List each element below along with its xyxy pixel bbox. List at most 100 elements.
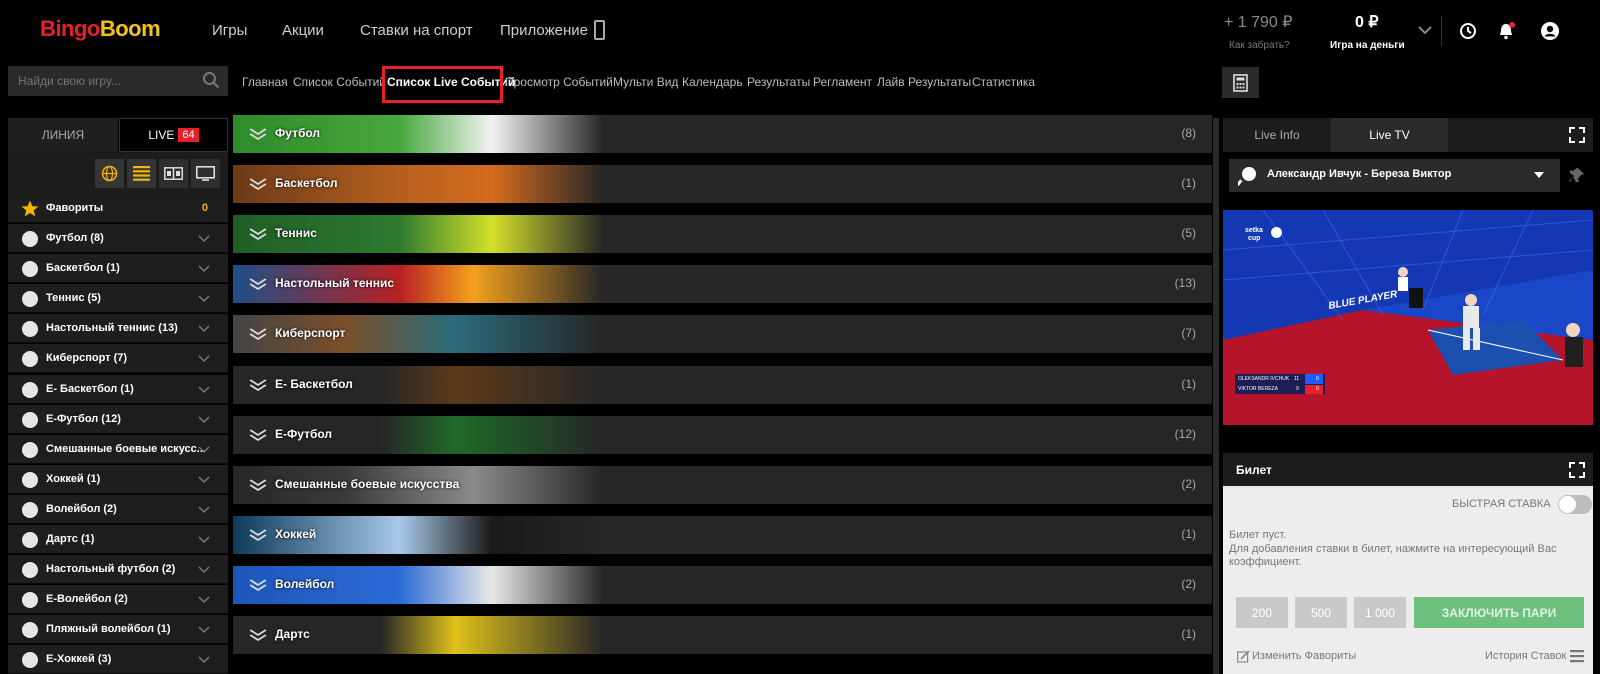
match-select[interactable]: Александр Ивчук - Береза Виктор xyxy=(1229,159,1560,192)
center-scrollbar[interactable] xyxy=(1213,118,1219,674)
video-player2-name: VIKTOR BEREZA xyxy=(1238,386,1278,392)
place-bet-button[interactable]: ЗАКЛЮЧИТЬ ПАРИ xyxy=(1414,597,1584,628)
sidebar-item-favorites[interactable]: Фавориты 0 xyxy=(8,194,228,223)
active-tab-highlight xyxy=(382,66,503,103)
chevron-down-icon xyxy=(198,355,210,363)
subnav-events[interactable]: Список Событий xyxy=(293,75,386,89)
video-player1-points: 0 xyxy=(1316,376,1319,382)
sidebar-item-sport[interactable]: E-Футбол (12) xyxy=(8,404,228,434)
subnav-live-results[interactable]: Лайв Результаты xyxy=(877,75,971,89)
sidebar-item-sport[interactable]: Дартс (1) xyxy=(8,525,228,554)
user-icon[interactable] xyxy=(1540,21,1560,41)
chevron-down-icon xyxy=(198,385,210,393)
sidebar-item-sport[interactable]: E- Баскетбол (1) xyxy=(8,374,228,404)
star-icon xyxy=(21,200,39,217)
list-icon xyxy=(133,166,150,181)
sidebar-item-label: Баскетбол (1) xyxy=(46,262,120,275)
subnav-view-events[interactable]: Просмотр Событий xyxy=(505,75,613,89)
tab-live-tv[interactable]: Live TV xyxy=(1331,118,1448,152)
sidebar-item-sport[interactable]: Футбол (8) xyxy=(8,224,228,253)
filter-all-button[interactable] xyxy=(95,159,124,188)
chevron-down-icon xyxy=(198,596,210,604)
category-row-hockey[interactable]: Хоккей (1) xyxy=(233,515,1212,554)
category-label: Киберспорт xyxy=(275,326,346,341)
history-icon[interactable] xyxy=(1458,21,1478,41)
filter-list-button[interactable] xyxy=(127,159,156,188)
tab-live-tv-label: Live TV xyxy=(1369,128,1410,142)
category-row-football[interactable]: Футбол (8) xyxy=(233,115,1212,153)
sidebar-item-sport[interactable]: E-Волейбол (2) xyxy=(8,585,228,615)
sidebar-item-sport[interactable]: Настольный теннис (13) xyxy=(8,314,228,344)
category-count: (2) xyxy=(1181,476,1196,491)
subnav-results[interactable]: Результаты xyxy=(747,75,810,89)
chevron-down-icon[interactable] xyxy=(1417,24,1433,36)
table-tennis-icon xyxy=(22,321,38,338)
category-row-table-tennis[interactable]: Настольный теннис (13) xyxy=(233,265,1212,304)
tab-live-info[interactable]: Live Info xyxy=(1223,118,1331,152)
edit-favorites-link[interactable]: Изменить Фавориты xyxy=(1252,650,1356,662)
nav-promotions[interactable]: Акции xyxy=(282,22,324,39)
logo[interactable]: BingoBoom xyxy=(40,16,161,42)
sidebar-item-sport[interactable]: Хоккей (1) xyxy=(8,464,228,494)
chevron-down-icon xyxy=(198,656,210,664)
bet-history-link[interactable]: История Ставок xyxy=(1485,650,1566,662)
expand-icon[interactable] xyxy=(1569,127,1585,143)
subnav-home[interactable]: Главная xyxy=(242,75,288,89)
subnav-calendar[interactable]: Календарь xyxy=(682,75,743,89)
live-video[interactable]: setka cup BLUE PLAYER OLEKSANDR IVCHUK 1… xyxy=(1223,210,1593,425)
betslip-expand-icon[interactable] xyxy=(1569,462,1585,478)
video-brand-line1: setka xyxy=(1245,227,1263,234)
sidebar-item-sport[interactable]: Волейбол (2) xyxy=(8,494,228,524)
money-mode-label[interactable]: Игра на деньги xyxy=(1330,40,1405,51)
tab-live[interactable]: LIVE 64 xyxy=(119,118,228,152)
sidebar-item-sport[interactable]: E-Хоккей (3) xyxy=(8,645,228,674)
category-count: (1) xyxy=(1181,376,1196,391)
sidebar-item-label: E-Волейбол (2) xyxy=(46,593,128,606)
favorites-label: Фавориты xyxy=(46,202,104,214)
quick-bet-label: БЫСТРАЯ СТАВКА xyxy=(1452,498,1551,510)
bell-icon[interactable] xyxy=(1496,21,1516,41)
category-label: Смешанные боевые искусства xyxy=(275,476,460,491)
stake-1000-button[interactable]: 1 000 xyxy=(1354,597,1406,628)
sidebar-item-label: Пляжный волейбол (1) xyxy=(46,623,171,636)
search-input[interactable] xyxy=(8,66,198,96)
stake-200-button[interactable]: 200 xyxy=(1236,597,1288,628)
category-row-mma[interactable]: Смешанные боевые искусства (2) xyxy=(233,465,1212,504)
quick-bet-toggle[interactable] xyxy=(1558,495,1592,514)
sidebar-item-sport[interactable]: Настольный футбол (2) xyxy=(8,555,228,585)
bonus-balance: + 1 790 ₽ xyxy=(1224,14,1293,31)
calculator-button[interactable] xyxy=(1222,67,1259,98)
category-row-tennis[interactable]: Теннис (5) xyxy=(233,215,1212,254)
menu-icon[interactable] xyxy=(1570,649,1584,663)
category-count: (2) xyxy=(1181,576,1196,591)
category-row-e-basketball[interactable]: E- Баскетбол (1) xyxy=(233,365,1212,404)
filter-tv-button[interactable] xyxy=(191,159,220,188)
nav-sports-betting[interactable]: Ставки на спорт xyxy=(360,22,473,39)
stake-500-button[interactable]: 500 xyxy=(1295,597,1347,628)
bonus-link[interactable]: Как забрать? xyxy=(1229,40,1290,51)
sidebar-item-sport[interactable]: Смешанные боевые искусс... xyxy=(8,434,228,464)
category-count: (1) xyxy=(1181,526,1196,541)
volleyball-icon xyxy=(22,501,38,518)
pin-icon[interactable] xyxy=(1569,167,1585,183)
stake-500-label: 500 xyxy=(1310,605,1332,620)
sidebar-item-sport[interactable]: Теннис (5) xyxy=(8,284,228,314)
sidebar-item-sport[interactable]: Киберспорт (7) xyxy=(8,344,228,374)
category-row-e-football[interactable]: E-Футбол (12) xyxy=(233,415,1212,454)
sidebar-item-sport[interactable]: Пляжный волейбол (1) xyxy=(8,615,228,645)
search-icon[interactable] xyxy=(202,71,220,89)
tab-line[interactable]: ЛИНИЯ xyxy=(8,118,118,152)
filter-scoreboard-button[interactable] xyxy=(159,159,188,188)
nav-app[interactable]: Приложение xyxy=(500,22,588,39)
subnav-rules[interactable]: Регламент xyxy=(813,75,872,89)
soccer-ball-icon xyxy=(22,231,38,247)
category-row-darts[interactable]: Дартс (1) xyxy=(233,616,1212,654)
subnav-statistics[interactable]: Статистика xyxy=(972,75,1035,89)
money-balance: 0 ₽ xyxy=(1355,14,1379,31)
category-row-basketball[interactable]: Баскетбол (1) xyxy=(233,165,1212,204)
subnav-multiview[interactable]: Мульти Вид xyxy=(613,75,678,89)
sidebar-item-sport[interactable]: Баскетбол (1) xyxy=(8,254,228,284)
category-row-volleyball[interactable]: Волейбол (2) xyxy=(233,565,1212,604)
nav-games[interactable]: Игры xyxy=(212,22,247,39)
category-row-esports[interactable]: Киберспорт (7) xyxy=(233,315,1212,354)
